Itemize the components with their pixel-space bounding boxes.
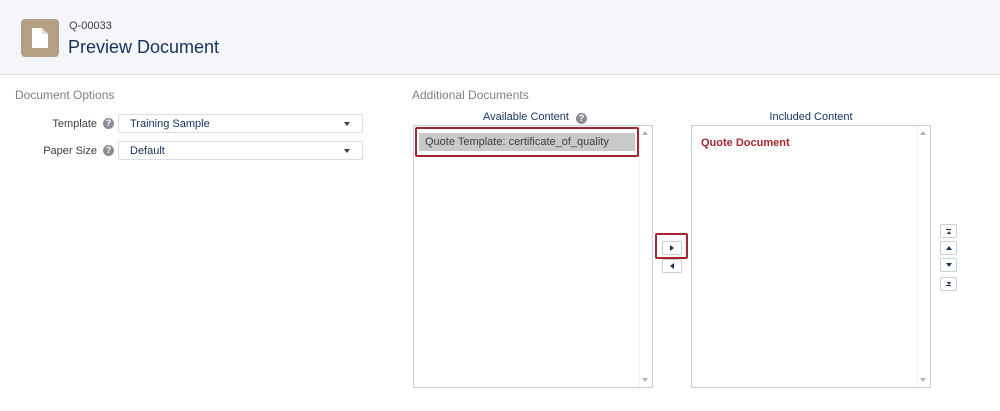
arrow-left-icon [670,263,674,269]
paper-size-label: Paper Size [43,145,97,157]
arrow-down-icon [945,263,952,267]
template-select[interactable]: Training Sample [118,114,363,133]
available-content-list[interactable]: Quote Template: certificate_of_quality [413,125,653,388]
record-number: Q-00033 [69,20,112,32]
chevron-down-icon [344,122,350,126]
document-icon [21,19,59,57]
button-highlight [655,233,688,259]
available-content-help-icon[interactable]: ? [576,113,588,124]
move-up-button[interactable] [940,241,957,255]
scroll-up-icon[interactable] [920,131,926,135]
scrollbar[interactable] [917,126,930,387]
bar-icon [946,285,951,286]
template-help-icon[interactable]: ? [103,118,114,129]
scroll-up-icon[interactable] [642,131,648,135]
scrollbar[interactable] [639,126,652,387]
move-bottom-button[interactable] [940,277,957,291]
document-options-title: Document Options [15,88,115,102]
chevron-down-icon [344,149,350,153]
template-select-value: Training Sample [130,118,210,130]
paper-size-help-icon[interactable]: ? [103,145,114,156]
page-header: Q-00033 Preview Document [0,0,1000,75]
available-content-label: Available Content [482,111,569,123]
included-content-list[interactable]: Quote Document [691,125,931,388]
scroll-down-icon[interactable] [642,378,648,382]
move-down-button[interactable] [940,258,957,272]
additional-documents-title: Additional Documents [412,88,529,102]
included-content-header: Included Content [769,111,853,123]
move-left-button[interactable] [662,259,682,273]
template-label: Template [52,118,97,130]
scroll-down-icon[interactable] [920,378,926,382]
arrow-up-icon [946,230,951,234]
paper-size-select-value: Default [130,145,165,157]
move-top-button[interactable] [940,224,957,238]
page-title: Preview Document [68,37,220,57]
arrow-up-icon [945,246,952,250]
list-item[interactable]: Quote Document [701,137,790,149]
selection-highlight [415,127,639,157]
paper-size-select[interactable]: Default [118,141,363,160]
available-content-header: Available Content ? [413,111,653,124]
